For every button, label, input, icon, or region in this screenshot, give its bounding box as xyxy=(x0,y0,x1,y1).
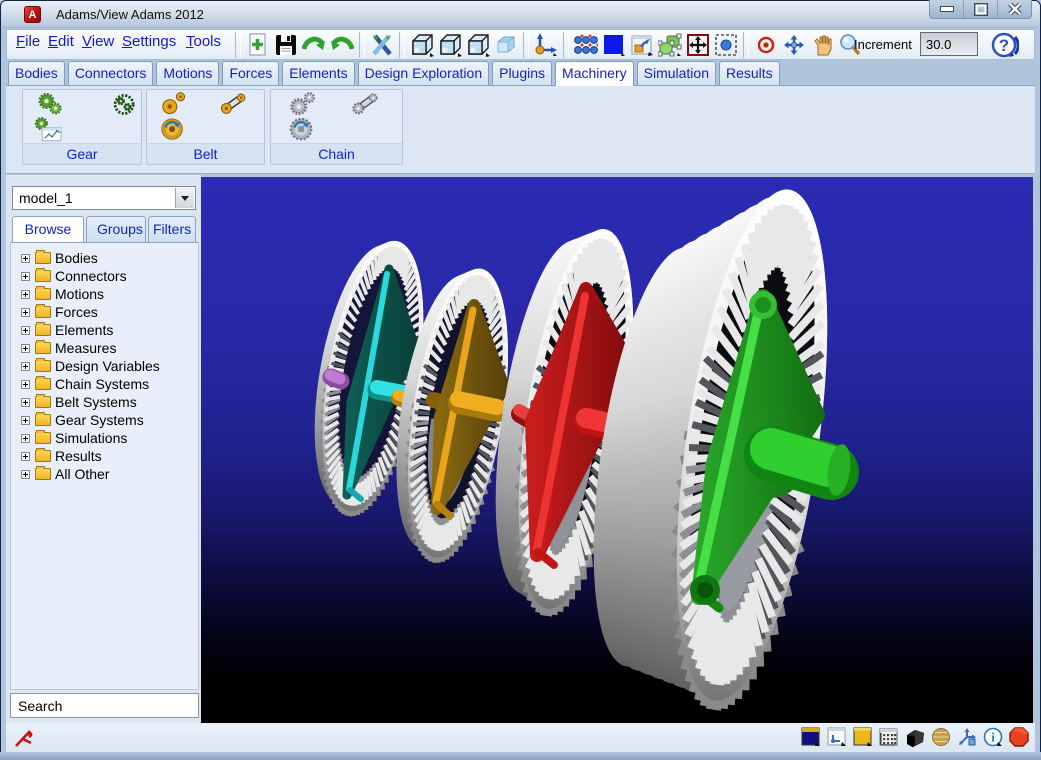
svg-text:i: i xyxy=(991,730,995,745)
svg-text:?: ? xyxy=(999,36,1009,55)
